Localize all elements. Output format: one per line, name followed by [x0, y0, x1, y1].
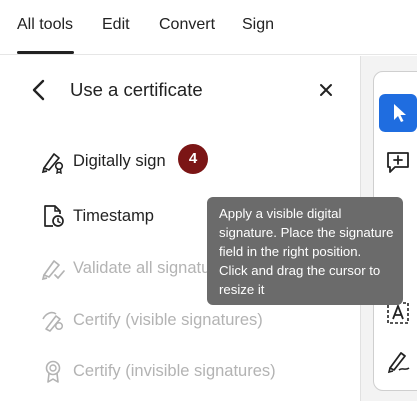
step-badge: 4	[178, 144, 208, 174]
add-comment-icon	[387, 152, 409, 173]
timestamp-label: Timestamp	[73, 207, 154, 225]
draw-signature-icon	[387, 352, 410, 374]
select-cursor-icon	[394, 104, 406, 122]
chevron-left-icon	[32, 79, 45, 101]
digital-sign-tooltip: Apply a visible digital signature. Place…	[207, 197, 403, 305]
top-nav: All tools Edit Convert Sign	[0, 0, 417, 55]
close-button[interactable]	[316, 80, 336, 100]
tooltip-line: Click and drag the cursor to	[219, 263, 381, 278]
tooltip-line: signature. Place the signature	[219, 225, 394, 240]
certify-visible-item: Certify (visible signatures)	[40, 305, 340, 339]
panel-header: Use a certificate	[0, 56, 360, 124]
validate-signatures-label: Validate all signatu	[73, 259, 211, 277]
draw-signature-button[interactable]	[379, 341, 417, 379]
tooltip-line: Apply a visible digital	[219, 206, 342, 221]
select-tool-button[interactable]	[379, 94, 417, 132]
back-button[interactable]	[26, 77, 52, 103]
timestamp-icon	[44, 205, 64, 227]
digital-sign-icon	[41, 153, 64, 174]
tooltip-line: resize it	[219, 282, 265, 297]
tab-convert[interactable]: Convert	[159, 16, 215, 34]
tab-sign[interactable]: Sign	[242, 16, 274, 34]
certify-invisible-icon	[45, 360, 61, 383]
close-icon	[320, 84, 332, 96]
active-tab-indicator	[17, 51, 74, 54]
certify-invisible-item: Certify (invisible signatures)	[40, 356, 340, 390]
certify-visible-label: Certify (visible signatures)	[73, 311, 263, 329]
validate-signature-icon	[41, 260, 65, 281]
tab-all-tools[interactable]: All tools	[17, 16, 73, 34]
digitally-sign-label: Digitally sign	[73, 152, 166, 170]
certify-invisible-label: Certify (invisible signatures)	[73, 362, 276, 380]
add-comment-button[interactable]	[379, 143, 417, 181]
tab-edit[interactable]: Edit	[102, 16, 130, 34]
panel-title: Use a certificate	[70, 79, 203, 100]
tooltip-line: field in the right position.	[219, 244, 362, 259]
certify-visible-icon	[42, 311, 64, 332]
